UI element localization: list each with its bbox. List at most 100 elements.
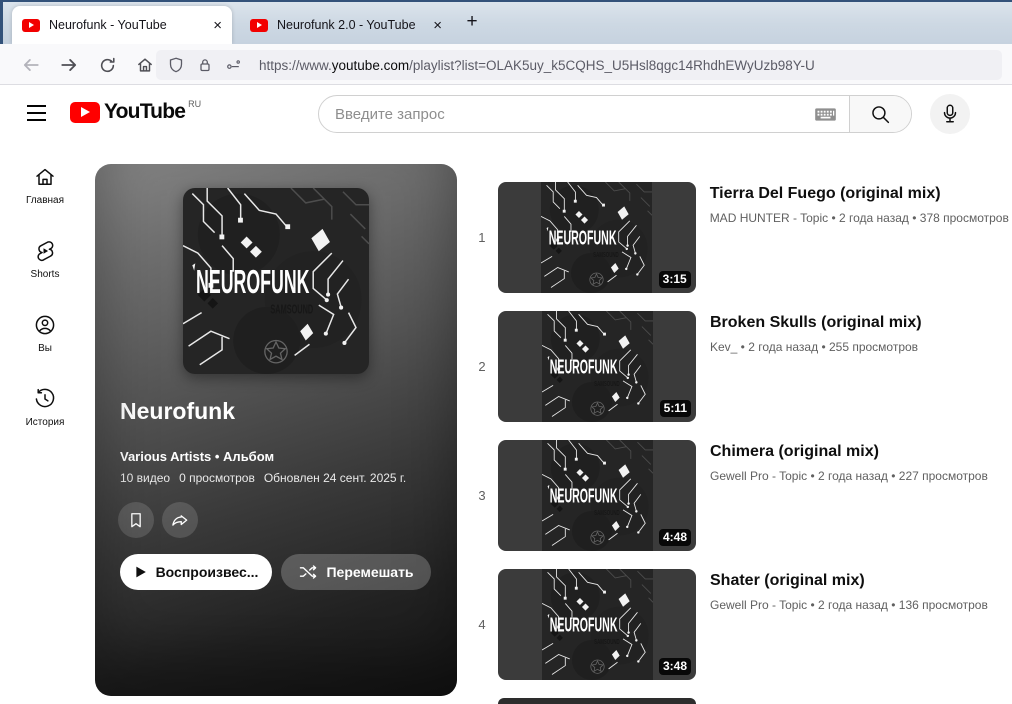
- duration-badge: 5:11: [660, 400, 691, 417]
- logo-region-label: RU: [188, 99, 201, 109]
- video-title[interactable]: Tierra Del Fuego (original mix): [710, 185, 1006, 203]
- video-index: 4: [466, 569, 498, 680]
- tab-neurofunk-2[interactable]: Neurofunk 2.0 - YouTube ×: [240, 6, 452, 44]
- video-row[interactable]: 1 3:15 Tierra Del Fuego (original mix) M…: [466, 182, 1006, 293]
- video-title[interactable]: Shater (original mix): [710, 572, 988, 590]
- search-icon: [870, 104, 891, 125]
- sidebar-item-label: Shorts: [31, 269, 60, 280]
- save-playlist-button[interactable]: [118, 502, 154, 538]
- video-index: 2: [466, 311, 498, 422]
- home-icon: [136, 56, 154, 74]
- sidebar-item-history[interactable]: История: [0, 372, 90, 446]
- play-icon: [134, 565, 147, 579]
- youtube-play-icon: [70, 102, 100, 123]
- video-meta: Gewell Pro - Topic • 2 года назад • 136 …: [710, 598, 988, 612]
- youtube-logo[interactable]: YouTube RU: [70, 99, 201, 124]
- url-domain: youtube.com: [332, 58, 409, 73]
- playlist-video-count: 10 видео: [120, 471, 170, 485]
- share-button[interactable]: [162, 502, 198, 538]
- video-thumbnail[interactable]: 3:48: [498, 569, 696, 680]
- video-meta: Gewell Pro - Topic • 2 года назад • 227 …: [710, 469, 988, 483]
- playlist-video-list: 1 3:15 Tierra Del Fuego (original mix) M…: [466, 182, 1006, 704]
- video-thumbnail[interactable]: 4:48: [498, 440, 696, 551]
- next-video-thumbnail-edge: [498, 698, 696, 704]
- play-all-label: Воспроизвес...: [156, 564, 259, 580]
- playlist-title: Neurofunk: [120, 398, 235, 425]
- search-input[interactable]: [335, 106, 808, 123]
- logo-wordmark: YouTube: [104, 100, 185, 124]
- play-all-button[interactable]: Воспроизвес...: [120, 554, 272, 590]
- duration-badge: 4:48: [659, 529, 691, 546]
- duration-badge: 3:48: [659, 658, 691, 675]
- duration-badge: 3:15: [659, 271, 691, 288]
- video-details: Shater (original mix) Gewell Pro - Topic…: [710, 569, 988, 680]
- youtube-favicon-icon: [250, 19, 268, 32]
- tab-neurofunk[interactable]: Neurofunk - YouTube ×: [12, 6, 232, 44]
- video-meta: MAD HUNTER - Topic • 2 года назад • 378 …: [710, 211, 1006, 225]
- tab-bar: Neurofunk - YouTube × Neurofunk 2.0 - Yo…: [0, 0, 1012, 44]
- tab-title: Neurofunk - YouTube: [49, 18, 207, 32]
- history-icon: [33, 387, 57, 411]
- mini-guide: Главная Shorts Вы История: [0, 150, 90, 446]
- search-input-zone: [319, 96, 849, 132]
- video-details: Chimera (original mix) Gewell Pro - Topi…: [710, 440, 988, 551]
- back-button[interactable]: [16, 50, 46, 80]
- reload-icon: [99, 57, 116, 74]
- new-tab-button[interactable]: +: [458, 8, 486, 36]
- sidebar-item-label: История: [26, 417, 65, 428]
- playlist-updated: Обновлен 24 сент. 2025 г.: [264, 471, 406, 485]
- video-details: Broken Skulls (original mix) Kev_ • 2 го…: [710, 311, 922, 422]
- playlist-owner[interactable]: Various Artists • Альбом: [120, 449, 274, 464]
- video-thumbnail[interactable]: 3:15: [498, 182, 696, 293]
- url-bar[interactable]: https://www.youtube.com/playlist?list=OL…: [156, 50, 1002, 80]
- keyboard-icon[interactable]: [814, 107, 837, 122]
- video-index: 3: [466, 440, 498, 551]
- video-row[interactable]: 4 3:48 Shater (original mix) Gewell Pro …: [466, 569, 1006, 680]
- sidebar-item-label: Главная: [26, 195, 64, 206]
- shuffle-button[interactable]: Перемешать: [281, 554, 431, 590]
- youtube-favicon-icon: [22, 19, 40, 32]
- playlist-header-card: Neurofunk Various Artists • Альбом 10 ви…: [95, 164, 457, 696]
- window-edge: [0, 0, 1012, 2]
- video-title[interactable]: Chimera (original mix): [710, 443, 988, 461]
- tab-title: Neurofunk 2.0 - YouTube: [277, 18, 427, 32]
- home-icon: [33, 165, 57, 189]
- search-button[interactable]: [849, 96, 911, 132]
- microphone-icon: [939, 103, 961, 125]
- url-prefix: https://www.: [259, 58, 332, 73]
- playlist-thumbnail[interactable]: [183, 188, 369, 374]
- video-details: Tierra Del Fuego (original mix) MAD HUNT…: [710, 182, 1006, 293]
- voice-search-button[interactable]: [930, 94, 970, 134]
- video-thumbnail[interactable]: 5:11: [498, 311, 696, 422]
- shuffle-icon: [298, 562, 318, 582]
- video-row[interactable]: 2 5:11 Broken Skulls (original mix) Kev_…: [466, 311, 1006, 422]
- back-arrow-icon: [22, 56, 40, 74]
- playlist-stats: 10 видео 0 просмотров Обновлен 24 сент. …: [120, 471, 406, 485]
- shuffle-label: Перемешать: [326, 564, 413, 580]
- video-index: 1: [466, 182, 498, 293]
- sidebar-item-you[interactable]: Вы: [0, 298, 90, 372]
- video-title[interactable]: Broken Skulls (original mix): [710, 314, 922, 332]
- window-edge: [0, 0, 3, 44]
- shorts-icon: [33, 239, 57, 263]
- reload-button[interactable]: [92, 50, 122, 80]
- youtube-header: YouTube RU: [0, 86, 1012, 142]
- sidebar-item-shorts[interactable]: Shorts: [0, 224, 90, 298]
- playlist-view-count: 0 просмотров: [179, 471, 255, 485]
- forward-button[interactable]: [54, 50, 84, 80]
- you-avatar-icon: [33, 313, 57, 337]
- url-text: https://www.youtube.com/playlist?list=OL…: [259, 58, 815, 73]
- guide-menu-button[interactable]: [24, 102, 48, 126]
- bookmark-icon: [126, 510, 146, 530]
- browser-toolbar: https://www.youtube.com/playlist?list=OL…: [0, 44, 1012, 85]
- lock-icon[interactable]: [197, 57, 213, 73]
- permissions-icon[interactable]: [226, 57, 242, 73]
- video-meta: Kev_ • 2 года назад • 255 просмотров: [710, 340, 922, 354]
- search-bar: [318, 95, 912, 133]
- video-row[interactable]: 3 4:48 Chimera (original mix) Gewell Pro…: [466, 440, 1006, 551]
- close-tab-icon[interactable]: ×: [433, 18, 442, 33]
- sidebar-item-home[interactable]: Главная: [0, 150, 90, 224]
- hamburger-icon: [27, 105, 46, 107]
- shield-icon[interactable]: [168, 57, 184, 73]
- close-tab-icon[interactable]: ×: [213, 18, 222, 33]
